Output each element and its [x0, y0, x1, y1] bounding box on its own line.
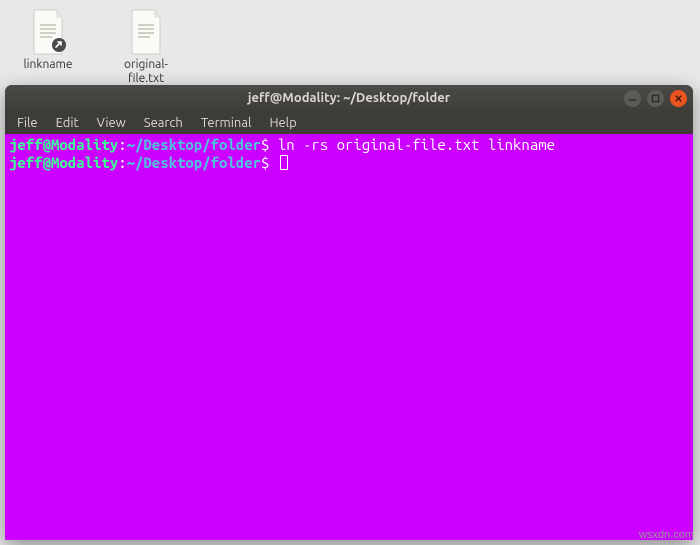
terminal-command: ln -rs original-file.txt linkname: [278, 136, 555, 153]
terminal-line: jeff@Modality:~/Desktop/folder$: [9, 154, 689, 172]
prompt-sep: :: [118, 154, 126, 171]
prompt-dollar: $: [261, 154, 269, 171]
window-controls: [624, 90, 687, 107]
file-icon: [122, 8, 170, 56]
menu-edit[interactable]: Edit: [48, 114, 87, 132]
menu-file[interactable]: File: [9, 114, 46, 132]
window-title: jeff@Modality: ~/Desktop/folder: [5, 91, 693, 105]
menu-view[interactable]: View: [89, 114, 134, 132]
terminal-body[interactable]: jeff@Modality:~/Desktop/folder$ ln -rs o…: [5, 134, 693, 540]
desktop-icon-original-file[interactable]: original-file.txt: [108, 8, 184, 87]
prompt-path: ~/Desktop/folder: [127, 154, 261, 171]
minimize-icon: [628, 94, 637, 103]
prompt-user-host: jeff@Modality: [9, 136, 118, 153]
maximize-button[interactable]: [647, 90, 664, 107]
menu-help[interactable]: Help: [261, 114, 304, 132]
window-titlebar[interactable]: jeff@Modality: ~/Desktop/folder: [5, 85, 693, 111]
cursor-icon: [280, 155, 288, 170]
shortcut-arrow-icon: [52, 38, 66, 52]
menu-terminal[interactable]: Terminal: [193, 114, 260, 132]
file-icon: [24, 8, 72, 56]
prompt-user-host: jeff@Modality: [9, 154, 118, 171]
menu-search[interactable]: Search: [136, 114, 191, 132]
prompt-sep: :: [118, 136, 126, 153]
maximize-icon: [651, 94, 660, 103]
close-button[interactable]: [670, 90, 687, 107]
prompt-path: ~/Desktop/folder: [127, 136, 261, 153]
desktop-icon-label: original-file.txt: [108, 58, 184, 87]
desktop-icon-label: linkname: [24, 58, 73, 72]
watermark: wsxdn.com: [639, 529, 694, 541]
prompt-dollar: $: [261, 136, 269, 153]
desktop-icon-linkname[interactable]: linkname: [10, 8, 86, 87]
terminal-window: jeff@Modality: ~/Desktop/folder File Edi…: [5, 85, 693, 540]
desktop-icons-area: linkname original-file.txt: [10, 8, 184, 87]
menubar: File Edit View Search Terminal Help: [5, 111, 693, 134]
terminal-line: jeff@Modality:~/Desktop/folder$ ln -rs o…: [9, 136, 689, 154]
close-icon: [674, 94, 683, 103]
desktop: linkname original-file.txt jeff@Modality…: [0, 0, 700, 545]
minimize-button[interactable]: [624, 90, 641, 107]
